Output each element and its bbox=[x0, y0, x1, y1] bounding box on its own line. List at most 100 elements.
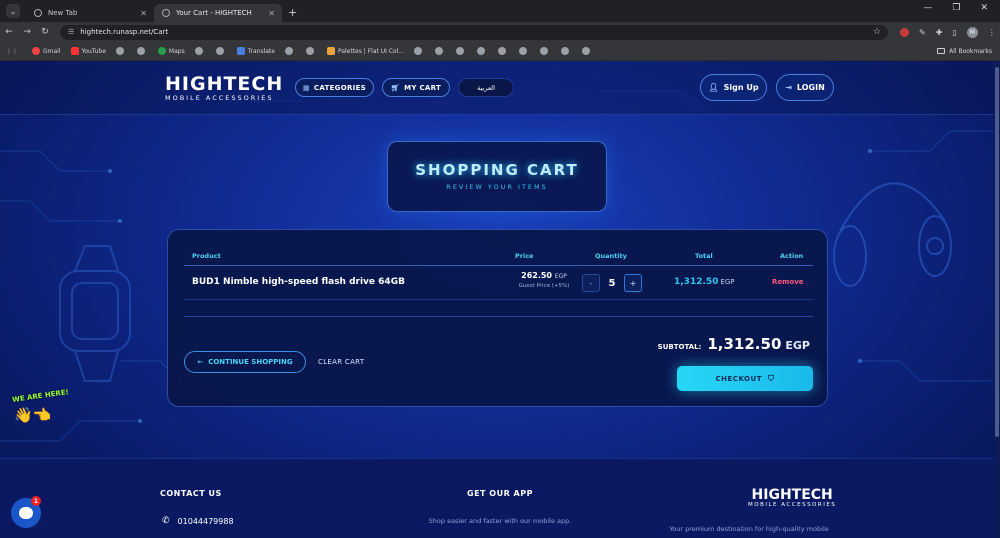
extension-icons: ✎ ✚ ▯ M ⋮ bbox=[900, 26, 996, 38]
apps-grid-icon[interactable]: ⋮⋮ bbox=[6, 48, 18, 55]
grid-icon: ▦ bbox=[302, 83, 310, 92]
bookmark-gmail[interactable]: Gmail bbox=[32, 47, 61, 55]
bookmark-blank[interactable] bbox=[477, 47, 488, 55]
footer-logo: HIGHTECH MOBILE ACCESSORIES bbox=[748, 488, 836, 508]
product-name[interactable]: BUD1 Nimble high-speed flash drive 64GB bbox=[192, 277, 405, 287]
globe-icon bbox=[115, 47, 124, 55]
bookmark-blank[interactable] bbox=[582, 47, 593, 55]
tab-title: Your Cart - HIGHTECH bbox=[176, 9, 252, 17]
contact-heading: CONTACT US bbox=[160, 489, 222, 498]
clear-cart-button[interactable]: CLEAR CART bbox=[318, 358, 364, 366]
back-arrow-icon[interactable]: ← bbox=[0, 27, 18, 37]
my-cart-button[interactable]: 🛒︎ MY CART bbox=[382, 78, 450, 97]
globe-icon bbox=[582, 47, 591, 55]
tab-your-cart[interactable]: Your Cart - HIGHTECH ✕ bbox=[154, 4, 282, 22]
globe-icon bbox=[540, 47, 549, 55]
sidebar-icon[interactable]: ▯ bbox=[952, 28, 956, 37]
footer-description: Your premium destination for high-qualit… bbox=[669, 525, 829, 533]
subtotal-label: SUBTOTAL: bbox=[657, 343, 702, 351]
address-bar[interactable]: ☰ hightech.runasp.net/Cart ☆ bbox=[60, 24, 888, 40]
continue-shopping-button[interactable]: ← CONTINUE SHOPPING bbox=[184, 351, 306, 373]
column-header-total: Total bbox=[695, 252, 713, 260]
palette-icon bbox=[326, 47, 335, 55]
subtotal-currency: EGP bbox=[785, 339, 810, 352]
globe-icon bbox=[284, 47, 293, 55]
column-header-quantity: Quantity bbox=[595, 252, 627, 260]
scrollbar-thumb[interactable] bbox=[995, 67, 999, 437]
bookmark-translate[interactable]: Translate bbox=[236, 47, 275, 55]
site-logo[interactable]: HIGHTECH MOBILE ACCESSORIES bbox=[165, 75, 283, 103]
bookmark-blank[interactable] bbox=[215, 47, 227, 55]
categories-button[interactable]: ▦ CATEGORIES bbox=[295, 78, 374, 97]
tab-search-chevron-icon[interactable]: ⌄ bbox=[6, 4, 20, 18]
quantity-stepper: - 5 + bbox=[582, 274, 642, 292]
globe-icon bbox=[414, 47, 423, 55]
globe-icon bbox=[215, 47, 224, 55]
bookmark-blank[interactable] bbox=[414, 47, 425, 55]
smartwatch-illustration bbox=[59, 245, 131, 382]
globe-icon bbox=[498, 47, 507, 55]
close-tab-icon[interactable]: ✕ bbox=[140, 9, 147, 18]
contact-phone[interactable]: ✆ 01044479988 bbox=[162, 516, 234, 526]
pen-icon[interactable]: ✎ bbox=[919, 28, 926, 37]
remove-item-button[interactable]: Remove bbox=[772, 278, 804, 286]
decrease-quantity-button[interactable]: - bbox=[582, 274, 600, 292]
column-header-price: Price bbox=[515, 252, 534, 260]
bookmark-blank[interactable] bbox=[115, 47, 127, 55]
restore-icon[interactable]: ❐ bbox=[952, 3, 960, 13]
bookmark-blank[interactable] bbox=[305, 47, 317, 55]
bookmark-blank[interactable] bbox=[435, 47, 446, 55]
language-switch-button[interactable]: العربية bbox=[458, 78, 514, 97]
page-title-card: SHOPPING CART REVIEW YOUR ITEMS bbox=[387, 141, 607, 212]
sign-up-button[interactable]: 👤︎ Sign Up bbox=[700, 74, 767, 101]
column-header-product: Product bbox=[192, 252, 221, 260]
tab-new-tab[interactable]: New Tab ✕ bbox=[26, 4, 154, 22]
bookmark-youtube[interactable]: YouTube bbox=[70, 47, 106, 55]
headphones-illustration bbox=[833, 182, 952, 287]
shield-icon: ⛉ bbox=[767, 373, 775, 383]
close-window-icon[interactable]: ✕ bbox=[980, 3, 988, 13]
bookmark-blank[interactable] bbox=[540, 47, 551, 55]
extension-shield-icon[interactable] bbox=[900, 27, 909, 37]
bookmark-blank[interactable] bbox=[561, 47, 572, 55]
bookmark-star-icon[interactable]: ☆ bbox=[873, 27, 881, 37]
profile-avatar[interactable]: M bbox=[966, 26, 978, 38]
reload-icon[interactable]: ↻ bbox=[36, 27, 54, 37]
bookmark-blank[interactable] bbox=[519, 47, 530, 55]
globe-icon bbox=[435, 47, 444, 55]
gmail-icon bbox=[32, 47, 40, 55]
extensions-puzzle-icon[interactable]: ✚ bbox=[936, 28, 943, 37]
bookmark-blank[interactable] bbox=[456, 47, 467, 55]
section-divider bbox=[184, 316, 813, 317]
maps-icon bbox=[157, 47, 166, 55]
login-arrow-icon: ⇥ bbox=[785, 83, 792, 92]
site-info-icon[interactable]: ☰ bbox=[68, 28, 74, 36]
forward-arrow-icon[interactable]: → bbox=[18, 27, 36, 37]
quantity-value: 5 bbox=[608, 277, 616, 289]
url-text: hightech.runasp.net/Cart bbox=[80, 28, 169, 36]
bookmark-palettes[interactable]: Palettes | Flat UI Col... bbox=[326, 47, 404, 55]
user-plus-icon: 👤︎ bbox=[708, 83, 719, 92]
bookmark-blank[interactable] bbox=[284, 47, 296, 55]
globe-icon bbox=[162, 9, 170, 17]
bookmark-blank[interactable] bbox=[136, 47, 148, 55]
cart-table-header: Product Price Quantity Total Action bbox=[184, 248, 813, 266]
globe-icon bbox=[519, 47, 528, 55]
all-bookmarks[interactable]: All Bookmarks bbox=[937, 48, 992, 55]
minimize-icon[interactable]: — bbox=[923, 3, 932, 13]
address-toolbar: ← → ↻ ☰ hightech.runasp.net/Cart ☆ ✎ ✚ ▯… bbox=[0, 22, 1000, 42]
page-scrollbar[interactable] bbox=[994, 61, 1000, 538]
bookmark-blank[interactable] bbox=[194, 47, 206, 55]
close-tab-icon[interactable]: ✕ bbox=[268, 9, 275, 18]
new-tab-plus-icon[interactable]: + bbox=[288, 6, 297, 19]
cart-icon: 🛒︎ bbox=[390, 83, 401, 92]
waving-hands-icon: 👋👈 bbox=[14, 406, 52, 424]
folder-icon bbox=[937, 48, 946, 54]
bookmark-maps[interactable]: Maps bbox=[157, 47, 185, 55]
menu-kebab-icon[interactable]: ⋮ bbox=[988, 28, 996, 37]
login-button[interactable]: ⇥ LOGIN bbox=[776, 74, 834, 101]
bookmark-blank[interactable] bbox=[498, 47, 509, 55]
window-controls: — ❐ ✕ bbox=[923, 3, 1000, 13]
increase-quantity-button[interactable]: + bbox=[624, 274, 642, 292]
checkout-button[interactable]: CHECKOUT ⛉ bbox=[677, 366, 813, 391]
